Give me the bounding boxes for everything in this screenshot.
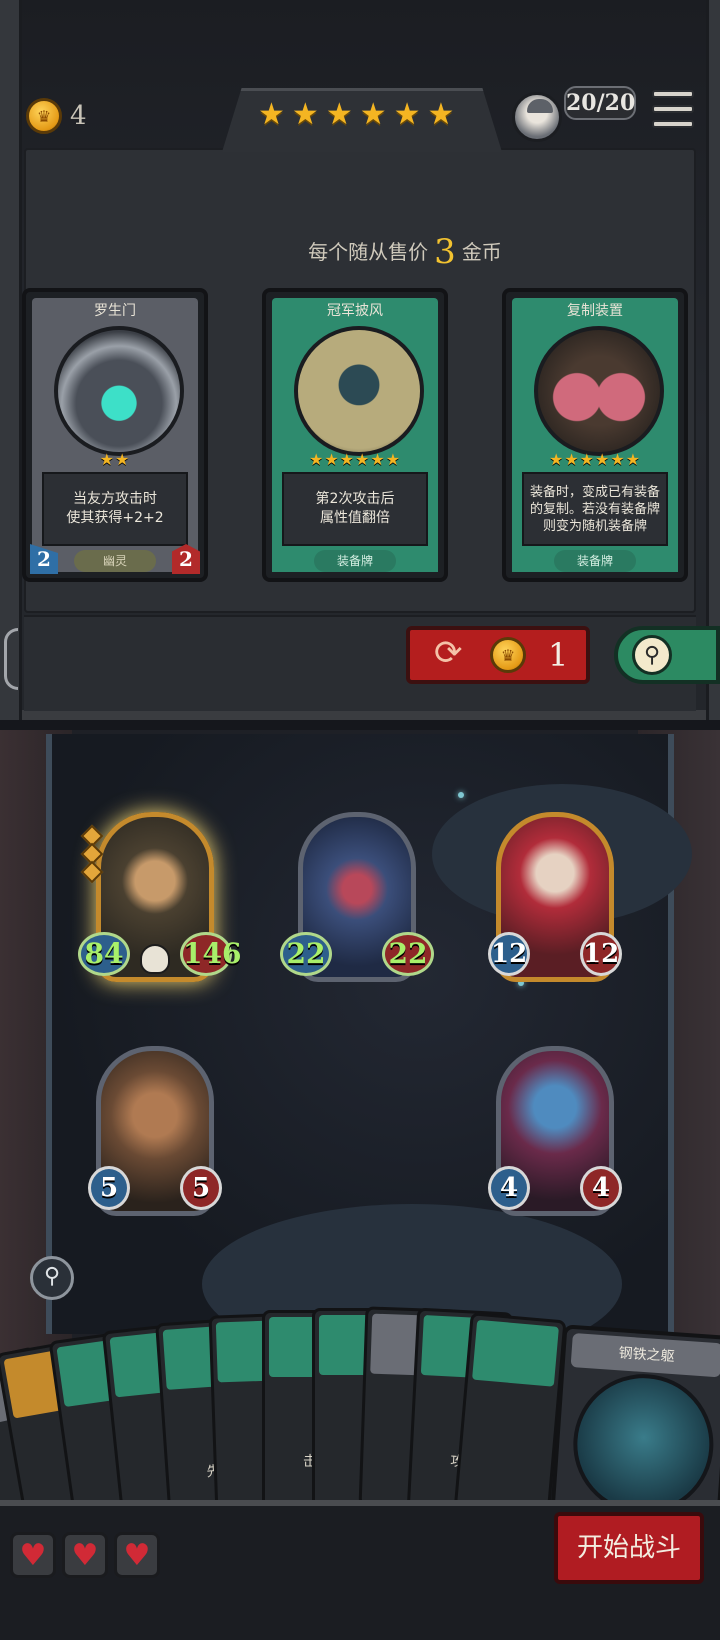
star-icon: ★ (325, 97, 353, 132)
sell-price-prefix: 每个随从售价 (308, 240, 429, 264)
card-text-line: 的复制。若没有装备牌 (529, 501, 660, 517)
drawer-handle[interactable] (4, 628, 18, 690)
search-icon: ⚲ (632, 635, 672, 675)
pod-device-art (534, 326, 664, 456)
shop-card-champion-cape[interactable]: 冠军披风 ★★★★★★ 第2次攻击后 属性值翻倍 装备牌 (262, 288, 448, 582)
hero-avatar[interactable] (512, 92, 562, 142)
search-button[interactable]: ⚲ (614, 626, 720, 684)
health-stat: 12 (580, 932, 622, 976)
board-count-badge: 20/20 (564, 86, 636, 120)
ghost-demon-art (54, 326, 184, 456)
card-tag: 装备牌 (554, 550, 636, 572)
sell-price-suffix: 金币 (461, 240, 502, 264)
star-icon: ★ (291, 97, 319, 132)
card-text: 装备时，变成已有装备 的复制。若没有装备牌 则变为随机装备牌 (522, 472, 668, 546)
robot-art (568, 1369, 719, 1519)
board-minion-1[interactable]: 84 146 (78, 812, 241, 990)
attack-stat: 4 (488, 1166, 530, 1210)
refresh-icon: ⟳ (434, 633, 463, 673)
health-stat: 22 (382, 932, 434, 976)
star-icon: ★ (393, 97, 421, 132)
card-stars: ★★★★★★ (308, 450, 402, 469)
sparkle (458, 792, 464, 798)
card-text-line: 第2次攻击后 (315, 491, 395, 507)
attack-stat: 22 (280, 932, 332, 976)
board-search-button[interactable]: ⚲ (30, 1256, 74, 1300)
shop-lower-strip (24, 615, 696, 711)
star-icon: ★ (427, 97, 455, 132)
board-minion-4[interactable]: 5 5 (88, 1046, 222, 1224)
health-stat: 4 (580, 1166, 622, 1210)
menu-bar (652, 120, 694, 128)
board-minion-2[interactable]: 22 22 (280, 812, 434, 990)
health-stat: 146 (180, 932, 241, 976)
gold-display: ♛ 4 (26, 98, 87, 134)
lives-display: ♥ ♥ ♥ (10, 1532, 160, 1578)
frame-left (0, 0, 22, 720)
card-name: 复制装置 (512, 298, 678, 324)
attack-stat: 12 (488, 932, 530, 976)
star-icon: ★ (359, 97, 387, 132)
attack-stat: 5 (88, 1166, 130, 1210)
card-text-line: 装备时，变成已有装备 (529, 484, 660, 500)
hand-card[interactable] (453, 1312, 567, 1520)
refresh-cost: 1 (548, 636, 569, 674)
heart-icon: ♥ (114, 1532, 160, 1578)
gold-count: 4 (70, 101, 87, 131)
sell-price-value: 3 (434, 232, 456, 272)
card-tag: 幽灵 (74, 550, 156, 572)
menu-button[interactable] (652, 90, 694, 128)
refresh-button[interactable]: ⟳ ♛ 1 (406, 626, 590, 684)
star-icon: ★ (258, 97, 285, 132)
card-stars: ★★ (99, 450, 131, 469)
attack-stat: 84 (78, 932, 130, 976)
crown-coin-icon: ♛ (490, 637, 526, 673)
card-text-line: 属性值翻倍 (319, 510, 390, 526)
card-name: 冠军披风 (272, 298, 438, 324)
sell-price-text: 每个随从售价 3 金币 (0, 232, 720, 272)
skull-icon (140, 944, 170, 974)
card-tag: 装备牌 (314, 550, 396, 572)
board-minion-3[interactable]: 12 12 (488, 812, 622, 990)
hand-card-name: 钢铁之躯 (570, 1333, 720, 1378)
menu-bar (652, 90, 694, 98)
card-name: 罗生门 (32, 298, 198, 324)
heart-icon: ♥ (10, 1532, 56, 1578)
shop-card-replicator[interactable]: 复制装置 ★★★★★★ 装备时，变成已有装备 的复制。若没有装备牌 则变为随机装… (502, 288, 688, 582)
heart-icon: ♥ (62, 1532, 108, 1578)
card-text: 第2次攻击后 属性值翻倍 (282, 472, 428, 546)
start-battle-button[interactable]: 开始战斗 (554, 1512, 704, 1584)
cape-art (294, 326, 424, 456)
shop-card-rashomon[interactable]: 罗生门 ★★ 当友方攻击时 使其获得+2+2 幽灵 2 2 (22, 288, 208, 582)
tavern-stars: ★ ★ ★ ★ ★ ★ (258, 98, 454, 132)
upgrade-diamonds (80, 824, 104, 884)
board-minion-5[interactable]: 4 4 (488, 1046, 622, 1224)
hero-portrait[interactable]: 20/20 (512, 86, 636, 142)
health-stat: 5 (180, 1166, 222, 1210)
menu-bar (652, 105, 694, 113)
card-stars: ★★★★★★ (548, 450, 642, 469)
card-text-line: 当友方攻击时 (73, 491, 157, 507)
crown-coin-icon: ♛ (26, 98, 62, 134)
card-text-line: 使其获得+2+2 (66, 510, 164, 526)
card-text: 当友方攻击时 使其获得+2+2 (42, 472, 188, 546)
card-text-line: 则变为随机装备牌 (542, 518, 647, 534)
frame-right (706, 0, 720, 720)
